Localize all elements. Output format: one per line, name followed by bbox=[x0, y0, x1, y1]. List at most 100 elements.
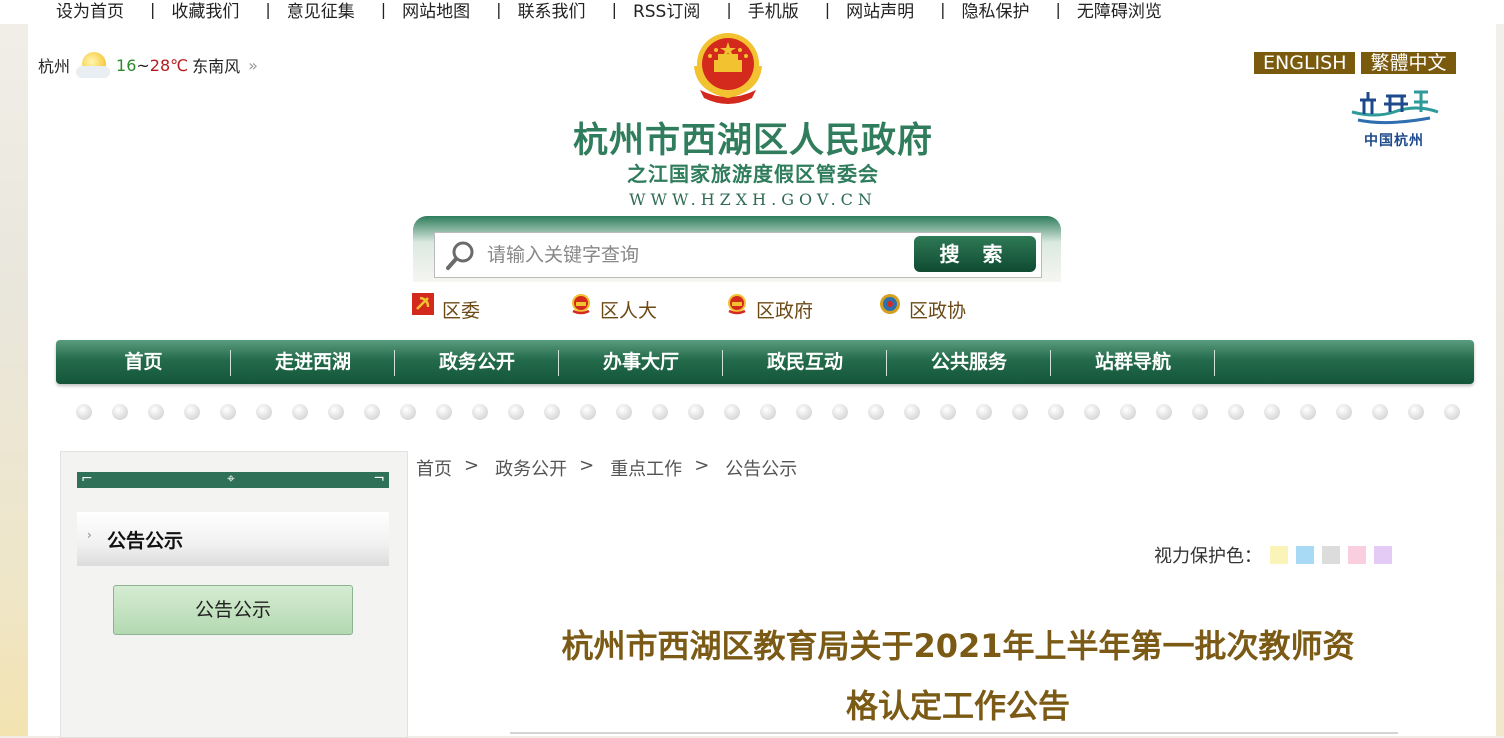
decorative-dot bbox=[544, 404, 560, 420]
org-link-district-committee[interactable]: 区委 bbox=[412, 293, 480, 323]
sitemap-link[interactable]: 网站地图 bbox=[386, 0, 496, 22]
decorative-dot bbox=[1300, 404, 1316, 420]
org-link-district-cppcc[interactable]: 区政协 bbox=[879, 294, 967, 323]
decorative-dot bbox=[832, 404, 848, 420]
contact-link[interactable]: 联系我们 bbox=[502, 0, 612, 22]
color-swatch-pink[interactable] bbox=[1348, 546, 1366, 564]
main-panel: 杭州 16 ~ 28℃ 东南风 » 杭州市西湖区人民政府 之江国家旅游度假区管委… bbox=[28, 24, 1496, 738]
sun-cloud-icon bbox=[76, 50, 112, 80]
article-title-line-1: 杭州市西湖区教育局关于2021年上半年第一批次教师资 bbox=[561, 627, 1355, 665]
decorative-dot bbox=[148, 404, 164, 420]
breadcrumb-announcements[interactable]: 公告公示 bbox=[725, 455, 797, 481]
decorative-dot bbox=[292, 404, 308, 420]
breadcrumb-separator: > bbox=[464, 455, 480, 476]
nav-item-public-services[interactable]: 公共服务 bbox=[887, 340, 1051, 384]
hangzhou-logo: 中国杭州 bbox=[1344, 82, 1444, 154]
breadcrumb: 首页 > 政务公开 > 重点工作 > 公告公示 bbox=[416, 455, 797, 481]
decorative-dot bbox=[220, 404, 236, 420]
decorative-dot bbox=[976, 404, 992, 420]
search-box: 搜 索 bbox=[434, 232, 1042, 278]
language-switch: ENGLISH 繁體中文 bbox=[1254, 52, 1456, 74]
decorative-dot bbox=[1336, 404, 1352, 420]
site-statement-link[interactable]: 网站声明 bbox=[830, 0, 940, 22]
site-subtitle: 之江国家旅游度假区管委会 bbox=[627, 162, 879, 186]
site-url: WWW.HZXH.GOV.CN bbox=[629, 190, 877, 209]
decorative-dot bbox=[1120, 404, 1136, 420]
main-nav: 首页 走进西湖 政务公开 办事大厅 政民互动 公共服务 站群导航 bbox=[56, 340, 1474, 384]
breadcrumb-home[interactable]: 首页 bbox=[416, 455, 452, 481]
org-link-district-government[interactable]: 区政府 bbox=[726, 294, 814, 323]
rss-link[interactable]: RSS订阅 bbox=[617, 0, 726, 22]
hangzhou-logo-caption: 中国杭州 bbox=[1364, 133, 1424, 149]
temp-low: 16 bbox=[116, 55, 137, 75]
color-swatch-blue[interactable] bbox=[1296, 546, 1314, 564]
breadcrumb-government-affairs[interactable]: 政务公开 bbox=[495, 455, 567, 481]
nav-item-about-xihu[interactable]: 走进西湖 bbox=[231, 340, 395, 384]
national-emblem-icon bbox=[694, 33, 762, 104]
article-title: 杭州市西湖区教育局关于2021年上半年第一批次教师资 格认定工作公告 bbox=[508, 616, 1408, 736]
decorative-dot bbox=[184, 404, 200, 420]
temp-tilde: ~ bbox=[136, 55, 150, 75]
decorative-dot bbox=[328, 404, 344, 420]
org-link-district-peoples-congress[interactable]: 区人大 bbox=[570, 294, 658, 323]
accessibility-link[interactable]: 无障碍浏览 bbox=[1061, 0, 1188, 22]
set-homepage-link[interactable]: 设为首页 bbox=[40, 0, 150, 22]
chevron-right-icon: › bbox=[87, 528, 92, 542]
decorative-dot bbox=[760, 404, 776, 420]
decorative-dot bbox=[436, 404, 452, 420]
decorative-dot bbox=[256, 404, 272, 420]
org-label: 区政府 bbox=[756, 300, 814, 322]
search-area: 搜 索 bbox=[413, 216, 1061, 282]
color-swatch-yellow[interactable] bbox=[1270, 546, 1288, 564]
party-emblem-icon bbox=[412, 293, 434, 315]
color-swatch-purple[interactable] bbox=[1374, 546, 1392, 564]
org-label: 区政协 bbox=[909, 300, 967, 322]
bookmark-link[interactable]: 收藏我们 bbox=[155, 0, 265, 22]
double-chevron-right-icon[interactable]: » bbox=[248, 56, 258, 75]
eye-protection-label: 视力保护色： bbox=[1154, 546, 1262, 567]
decorative-dot bbox=[1372, 404, 1388, 420]
mobile-link[interactable]: 手机版 bbox=[732, 0, 825, 22]
decorative-dot bbox=[868, 404, 884, 420]
national-emblem-icon bbox=[728, 294, 746, 315]
search-button[interactable]: 搜 索 bbox=[914, 236, 1036, 272]
corner-ornament-icon: ¬ bbox=[373, 471, 385, 487]
cppcc-emblem-icon bbox=[880, 294, 900, 314]
article-divider bbox=[510, 732, 1398, 734]
color-swatch-gray[interactable] bbox=[1322, 546, 1340, 564]
nav-item-site-navigation[interactable]: 站群导航 bbox=[1051, 340, 1215, 384]
decorative-dot bbox=[796, 404, 812, 420]
sidebar-heading-label: 公告公示 bbox=[107, 530, 184, 552]
nav-item-service-hall[interactable]: 办事大厅 bbox=[559, 340, 723, 384]
feedback-link[interactable]: 意见征集 bbox=[271, 0, 381, 22]
nav-item-interaction[interactable]: 政民互动 bbox=[723, 340, 887, 384]
sidebar-item-announcements[interactable]: 公告公示 bbox=[113, 585, 353, 635]
decorative-dot bbox=[472, 404, 488, 420]
breadcrumb-separator: > bbox=[579, 455, 595, 476]
corner-ornament-icon: ⌐ bbox=[81, 471, 93, 487]
org-label: 区人大 bbox=[600, 300, 658, 322]
decorative-dot bbox=[112, 404, 128, 420]
hangzhou-logo-mark-icon bbox=[1351, 90, 1439, 125]
decorative-dot bbox=[76, 404, 92, 420]
decorative-dot bbox=[400, 404, 416, 420]
decorative-dot bbox=[652, 404, 668, 420]
english-button[interactable]: ENGLISH bbox=[1254, 52, 1356, 74]
privacy-link[interactable]: 隐私保护 bbox=[946, 0, 1056, 22]
decorative-dots-row bbox=[76, 404, 1460, 420]
sidebar-ornament-band: ⌐ ⌖ ¬ bbox=[77, 471, 389, 488]
weather-widget: 杭州 16 ~ 28℃ 东南风 » bbox=[38, 50, 258, 80]
nav-item-government-affairs[interactable]: 政务公开 bbox=[395, 340, 559, 384]
nav-item-home[interactable]: 首页 bbox=[56, 340, 231, 384]
center-ornament-icon: ⌖ bbox=[227, 471, 235, 487]
decorative-dot bbox=[940, 404, 956, 420]
breadcrumb-key-work[interactable]: 重点工作 bbox=[610, 455, 682, 481]
org-links: 区委 区人大 区政府 区政协 bbox=[412, 293, 1112, 336]
decorative-dot bbox=[1264, 404, 1280, 420]
search-input[interactable] bbox=[485, 237, 909, 273]
decorative-dot bbox=[1444, 404, 1460, 420]
top-link-bar: 设为首页 | 收藏我们 | 意见征集 | 网站地图 | 联系我们 | RSS订阅 | 手机版… bbox=[0, 0, 1504, 24]
weather-city: 杭州 bbox=[38, 57, 71, 76]
left-background-decoration bbox=[0, 0, 30, 736]
traditional-chinese-button[interactable]: 繁體中文 bbox=[1361, 52, 1456, 74]
